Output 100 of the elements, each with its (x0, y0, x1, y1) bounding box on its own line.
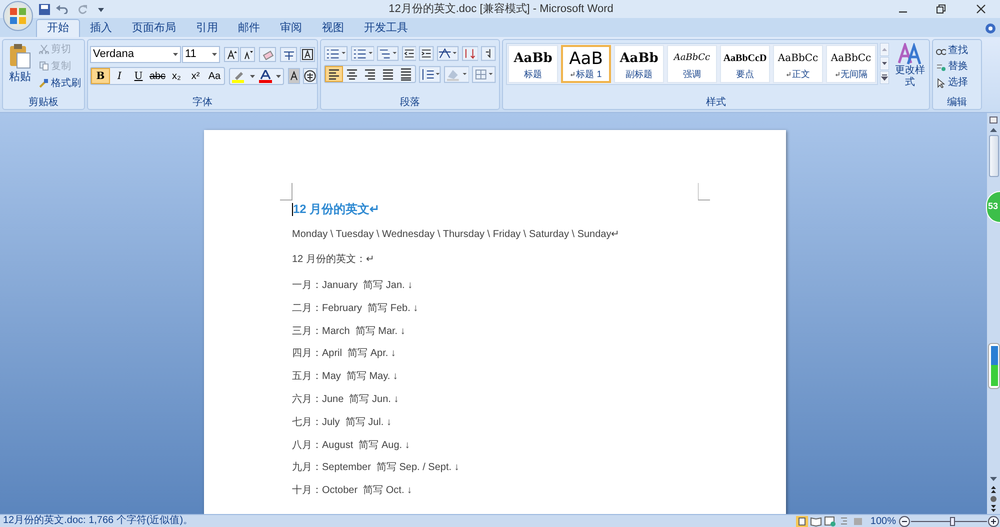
font-color-icon[interactable] (259, 70, 272, 82)
group-label: 剪贴板 (28, 96, 58, 110)
document-heading: 12 月份的英文↵ (293, 202, 380, 216)
format-button[interactable]: Aa (205, 68, 224, 84)
ribbon-tab[interactable]: 邮件 (228, 19, 270, 37)
caret-icon[interactable] (276, 74, 281, 78)
font-size-field[interactable]: 11 (182, 46, 220, 63)
style-item[interactable]: AaB 标题 1 (561, 45, 611, 83)
char-border-icon[interactable] (300, 47, 315, 62)
format-button[interactable]: I (110, 68, 129, 84)
document-paragraph: Monday \ Tuesday \ Wednesday \ Thursday \ Friday \ Saturday \ Sunday↵ (292, 229, 620, 241)
decrease-indent-icon[interactable] (402, 46, 416, 61)
sort-icon[interactable] (462, 46, 478, 61)
numbering-icon[interactable] (350, 46, 374, 61)
web-layout-icon[interactable] (824, 516, 836, 526)
scissors-icon (39, 44, 49, 54)
caret-icon[interactable] (212, 53, 217, 56)
style-item[interactable]: AaBbCc 无间隔 (826, 45, 876, 83)
highlight-icon[interactable] (232, 70, 246, 82)
change-styles-button[interactable]: 更改样式 (894, 43, 926, 96)
paste-button[interactable]: 粘贴 (5, 42, 35, 96)
zoom-thumb[interactable] (950, 516, 956, 526)
document-line: 二月：February 简写 Feb. ↓ (292, 302, 420, 315)
margin-corner-icon (698, 183, 711, 201)
editing-button[interactable]: 查找 (936, 43, 981, 58)
zoom-out-icon[interactable] (899, 516, 910, 526)
undo-icon[interactable] (56, 4, 68, 14)
save-icon[interactable] (39, 4, 50, 14)
line-spacing-icon[interactable] (419, 66, 441, 82)
more-styles-icon[interactable] (880, 71, 889, 84)
clipboard-icon (9, 43, 31, 69)
office-logo-icon (9, 7, 27, 25)
brush-icon (39, 78, 49, 88)
document-line: 八月：August 简写 Aug. ↓ (292, 440, 411, 452)
format-button[interactable]: x² (186, 68, 205, 84)
ribbon-tab[interactable]: 页面布局 (122, 19, 186, 37)
copy-icon (39, 61, 49, 71)
ribbon-tab[interactable]: 插入 (80, 19, 122, 37)
margin-corner-icon (280, 183, 293, 201)
replace-icon (936, 62, 946, 72)
group-label: 编辑 (947, 96, 967, 110)
char-scaling-icon[interactable] (437, 46, 459, 61)
document-paragraph: 12 月份的英文：↵ (292, 254, 375, 266)
format-button[interactable]: x₂ (167, 68, 186, 84)
style-item[interactable]: AaBb 副标题 (614, 45, 664, 83)
caret-icon[interactable] (173, 53, 178, 56)
clipboard-button[interactable]: 格式刷 (39, 76, 81, 90)
increase-indent-icon[interactable] (419, 46, 434, 61)
status-text: 12月份的英文.doc: 1,766 个字符(近似值)。 (2, 515, 194, 527)
ribbon-tab[interactable]: 引用 (186, 19, 228, 37)
align-left-icon[interactable] (325, 66, 343, 82)
format-button[interactable]: B (91, 68, 110, 84)
ribbon-tab[interactable]: 视图 (312, 19, 354, 37)
char-shading-icon[interactable] (288, 68, 300, 84)
document-line: 六月：June 简写 Jun. ↓ (292, 394, 400, 406)
shrink-font-icon[interactable] (240, 47, 255, 62)
font-name-field[interactable]: Verdana (90, 46, 181, 63)
scroll-thumb[interactable] (988, 135, 998, 177)
zoom-level: 100% (870, 514, 896, 527)
editing-button[interactable]: 替换 (936, 59, 981, 74)
group-label: 样式 (706, 96, 726, 110)
grow-font-icon[interactable] (224, 47, 239, 62)
format-button[interactable]: U (129, 68, 148, 84)
document-line: 三月：March 简写 Mar. ↓ (292, 326, 406, 338)
document-line: 十月：October 简写 Oct. ↓ (292, 485, 414, 498)
caret-icon[interactable] (250, 74, 255, 78)
ruler-toggle-icon[interactable] (988, 115, 998, 125)
previous-page-icon[interactable] (989, 484, 998, 494)
zoom-in-icon[interactable] (988, 516, 999, 526)
format-button[interactable]: abc (148, 68, 167, 84)
office-button[interactable] (3, 1, 33, 31)
ribbon-tab[interactable]: 开始 (36, 19, 80, 37)
customize-caret-icon[interactable] (98, 6, 104, 12)
bullets-icon[interactable] (324, 46, 348, 61)
enclose-char-icon[interactable] (303, 68, 317, 84)
style-item[interactable]: AaBbCcD 要点 (720, 45, 770, 83)
help-icon[interactable] (985, 23, 996, 34)
style-item[interactable]: AaBbCc 正文 (773, 45, 823, 83)
multilevel-list-icon[interactable] (377, 46, 399, 61)
scroll-down-icon[interactable] (880, 57, 889, 70)
document-line: 四月：April 简写 Apr. ↓ (292, 348, 397, 360)
window-title: 12月份的英文.doc [兼容模式] - Microsoft Word (388, 2, 614, 17)
print-layout-icon[interactable] (796, 516, 808, 526)
ribbon-tab[interactable]: 审阅 (270, 19, 312, 37)
restore-icon[interactable] (936, 4, 946, 14)
show-marks-icon[interactable] (481, 46, 496, 61)
style-item[interactable]: AaBb 标题 (508, 45, 558, 83)
document-line: 五月：May 简写 May. ↓ (292, 371, 399, 384)
document-line: 七月：July 简写 Jul. ↓ (292, 416, 392, 429)
cursor-icon (936, 78, 946, 88)
group-label: 字体 (192, 96, 212, 110)
style-item[interactable]: AaBbCc 强调 (667, 45, 717, 83)
group-label: 段落 (400, 96, 420, 110)
zoom-slider[interactable] (911, 516, 987, 526)
close-icon[interactable] (976, 4, 986, 14)
editing-button[interactable]: 选择 (936, 75, 981, 90)
next-page-icon[interactable] (989, 504, 998, 514)
phonetic-guide-icon[interactable] (280, 47, 297, 62)
ribbon-tab[interactable]: 开发工具 (354, 19, 418, 37)
browse-object-icon[interactable] (989, 494, 998, 504)
